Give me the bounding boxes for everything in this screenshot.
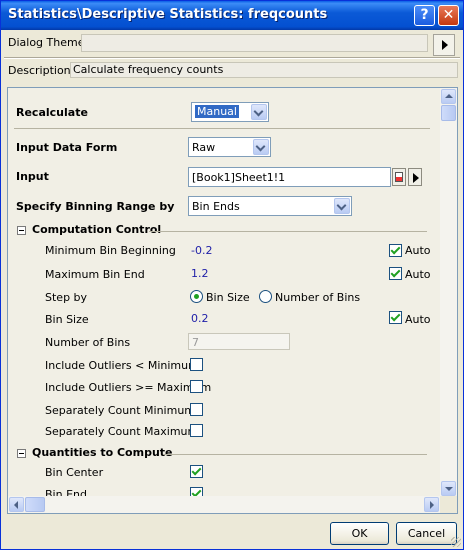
separately-count-max-checkbox[interactable] [190,424,203,437]
min-bin-auto-label: Auto [405,244,431,257]
settings-panel: Recalculate Manual Input Data Form Raw I… [7,87,458,514]
vertical-scroll-thumb[interactable] [441,105,456,121]
min-bin-auto-checkbox[interactable] [389,244,402,257]
collapse-toggle-icon[interactable] [17,449,26,458]
recalculate-value: Manual [195,105,239,118]
scroll-right-icon [430,501,434,509]
include-outliers-min-checkbox[interactable] [190,358,203,371]
horizontal-scroll-thumb[interactable] [25,497,45,512]
dialog-theme-field[interactable] [81,34,428,52]
bin-size-auto-label: Auto [405,313,431,326]
bin-size-value[interactable]: 0.2 [191,312,209,325]
input-data-form-value: Raw [192,141,216,154]
min-bin-beginning-label: Minimum Bin Beginning [45,244,176,257]
bin-center-label: Bin Center [45,466,104,479]
section-divider [163,454,427,455]
close-button[interactable]: ✕ [438,5,459,26]
binning-range-label: Specify Binning Range by [16,200,175,213]
vertical-scrollbar[interactable] [440,88,457,497]
dropdown-chevron-icon [336,200,347,211]
recalculate-select[interactable]: Manual [191,102,269,122]
dialog-theme-label: Dialog Theme [8,36,85,49]
scroll-right-button[interactable] [424,497,439,512]
horizontal-scrollbar[interactable] [8,496,440,513]
section-divider [149,231,427,232]
step-by-label: Step by [45,291,88,304]
description-field: Calculate frequency counts [70,62,458,78]
step-by-bin-size-label[interactable]: Bin Size [206,291,250,304]
header-divider [4,57,460,59]
number-of-bins-label: Number of Bins [45,336,131,349]
title-bar[interactable]: Statistics\Descriptive Statistics: freqc… [1,1,463,30]
max-bin-end-label: Maximum Bin End [45,268,145,281]
scroll-left-icon [14,501,18,509]
dialog-theme-menu-button[interactable] [433,34,455,56]
step-by-number-of-bins-radio[interactable] [259,290,272,303]
min-bin-beginning-value[interactable]: -0.2 [191,244,212,257]
recalculate-label: Recalculate [16,106,88,119]
resize-grip[interactable] [451,537,461,547]
separately-count-min-label: Separately Count Minimum [45,404,196,417]
recalculate-dropdown-button[interactable] [251,104,267,120]
max-bin-auto-checkbox[interactable] [389,267,402,280]
description-value: Calculate frequency counts [73,63,224,76]
help-button[interactable]: ? [414,5,435,26]
binning-range-value: Bin Ends [192,200,240,213]
scroll-down-icon [445,487,453,491]
scroll-left-button[interactable] [9,497,24,512]
scroll-up-icon [445,94,453,98]
cancel-button[interactable]: Cancel [396,522,457,545]
input-range-field[interactable]: [Book1]Sheet1!1 [188,167,391,187]
dropdown-chevron-icon [253,106,264,117]
dialog-window: Statistics\Descriptive Statistics: freqc… [0,0,464,550]
window-title: Statistics\Descriptive Statistics: freqc… [8,7,328,22]
computation-control-title: Computation Control [32,223,162,236]
input-data-form-select[interactable]: Raw [188,137,271,157]
input-label: Input [16,170,49,183]
scroll-up-button[interactable] [441,89,456,104]
input-menu-arrow-icon [413,173,419,183]
settings-content: Recalculate Manual Input Data Form Raw I… [8,88,440,501]
binning-range-dropdown-button[interactable] [334,198,350,214]
ok-button-label: OK [351,527,368,540]
dropdown-chevron-icon [255,141,266,152]
help-icon: ? [420,7,429,23]
step-by-number-of-bins-label[interactable]: Number of Bins [275,291,360,304]
scroll-down-button[interactable] [441,481,456,496]
include-outliers-max-label: Include Outliers >= Maximum [45,381,212,394]
binning-range-select[interactable]: Bin Ends [188,196,352,216]
max-bin-auto-label: Auto [405,268,431,281]
bin-size-label: Bin Size [45,313,89,326]
bin-center-checkbox[interactable] [190,465,203,478]
bin-size-auto-checkbox[interactable] [389,311,402,324]
include-outliers-min-label: Include Outliers < Minimum [45,359,199,372]
include-outliers-max-checkbox[interactable] [190,380,203,393]
close-icon: ✕ [442,7,455,23]
number-of-bins-field: 7 [188,333,290,350]
input-menu-button[interactable] [408,168,422,186]
input-data-form-dropdown-button[interactable] [253,139,269,155]
cancel-button-label: Cancel [407,527,446,540]
input-range-value: [Book1]Sheet1!1 [192,171,286,184]
divider [14,128,430,129]
step-by-bin-size-radio[interactable] [190,290,203,303]
max-bin-end-value[interactable]: 1.2 [191,267,209,280]
browse-range-icon [395,172,403,182]
ok-button[interactable]: OK [330,522,389,545]
collapse-toggle-icon[interactable] [17,226,26,235]
separately-count-min-checkbox[interactable] [190,403,203,416]
separately-count-max-label: Separately Count Maximum [45,425,199,438]
quantities-title: Quantities to Compute [32,446,173,459]
number-of-bins-value: 7 [192,336,199,349]
theme-menu-arrow-icon [442,40,448,50]
browse-range-button[interactable] [392,168,406,186]
input-data-form-label: Input Data Form [16,141,118,154]
scrollbar-corner [440,496,457,513]
description-label: Description [8,64,71,77]
